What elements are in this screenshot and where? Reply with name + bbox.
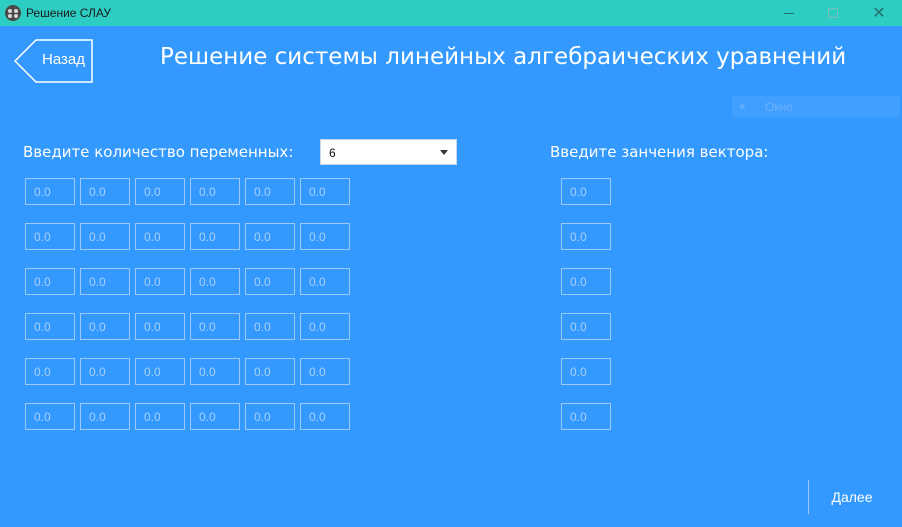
matrix-cell[interactable] (190, 358, 240, 385)
matrix-cell[interactable] (25, 178, 75, 205)
maximize-button[interactable] (810, 0, 856, 26)
window-tag[interactable]: Окно (732, 96, 900, 117)
matrix-cell[interactable] (300, 358, 350, 385)
matrix-cell[interactable] (80, 223, 130, 250)
next-divider (808, 480, 809, 514)
matrix-cell[interactable] (135, 313, 185, 340)
vector-cell[interactable] (561, 223, 611, 250)
vector-cell[interactable] (561, 268, 611, 295)
vector-cell[interactable] (561, 403, 611, 430)
matrix-cell[interactable] (300, 268, 350, 295)
matrix-cell[interactable] (300, 313, 350, 340)
chevron-down-icon (440, 150, 448, 155)
matrix-cell[interactable] (245, 313, 295, 340)
window-tag-label: Окно (765, 100, 793, 114)
matrix-cell[interactable] (135, 403, 185, 430)
back-button[interactable]: Назад (14, 39, 94, 83)
matrix-cell[interactable] (135, 358, 185, 385)
page-title: Решение системы линейных алгебраических … (160, 44, 847, 70)
window-title: Решение СЛАУ (26, 6, 112, 20)
matrix-cell[interactable] (135, 178, 185, 205)
close-icon: ✕ (872, 3, 886, 22)
matrix-cell[interactable] (190, 223, 240, 250)
matrix-cell[interactable] (135, 223, 185, 250)
matrix-cell[interactable] (25, 358, 75, 385)
minimize-button[interactable] (766, 0, 812, 26)
matrix-cell[interactable] (245, 268, 295, 295)
variable-count-select[interactable]: 6 (320, 139, 457, 165)
matrix-cell[interactable] (80, 178, 130, 205)
matrix-cell[interactable] (245, 223, 295, 250)
matrix-cell[interactable] (300, 178, 350, 205)
matrix-cell[interactable] (245, 403, 295, 430)
matrix-cell[interactable] (190, 268, 240, 295)
close-button[interactable]: ✕ (856, 0, 902, 26)
matrix-cell[interactable] (245, 358, 295, 385)
matrix-cell[interactable] (190, 178, 240, 205)
matrix-cell[interactable] (25, 313, 75, 340)
variable-count-label: Введите количество переменных: (23, 143, 294, 161)
app-icon (5, 5, 21, 21)
matrix-cell[interactable] (245, 178, 295, 205)
matrix-cell[interactable] (25, 403, 75, 430)
matrix-cell[interactable] (80, 358, 130, 385)
variable-count-value: 6 (329, 146, 336, 160)
vector-cell[interactable] (561, 178, 611, 205)
vector-cell[interactable] (561, 358, 611, 385)
matrix-cell[interactable] (300, 223, 350, 250)
vector-label: Введите занчения вектора: (550, 143, 769, 161)
matrix-cell[interactable] (135, 268, 185, 295)
matrix-cell[interactable] (25, 268, 75, 295)
matrix-cell[interactable] (80, 313, 130, 340)
matrix-cell[interactable] (190, 313, 240, 340)
title-bar: Решение СЛАУ ✕ (0, 0, 902, 26)
matrix-cell[interactable] (80, 403, 130, 430)
matrix-cell[interactable] (80, 268, 130, 295)
matrix-cell[interactable] (190, 403, 240, 430)
matrix-cell[interactable] (300, 403, 350, 430)
vector-cell[interactable] (561, 313, 611, 340)
next-button[interactable]: Далее (814, 484, 890, 510)
window-dot-icon (740, 104, 745, 109)
back-button-label: Назад (42, 51, 85, 68)
matrix-cell[interactable] (25, 223, 75, 250)
maximize-icon (828, 8, 838, 18)
minimize-icon (784, 12, 794, 14)
